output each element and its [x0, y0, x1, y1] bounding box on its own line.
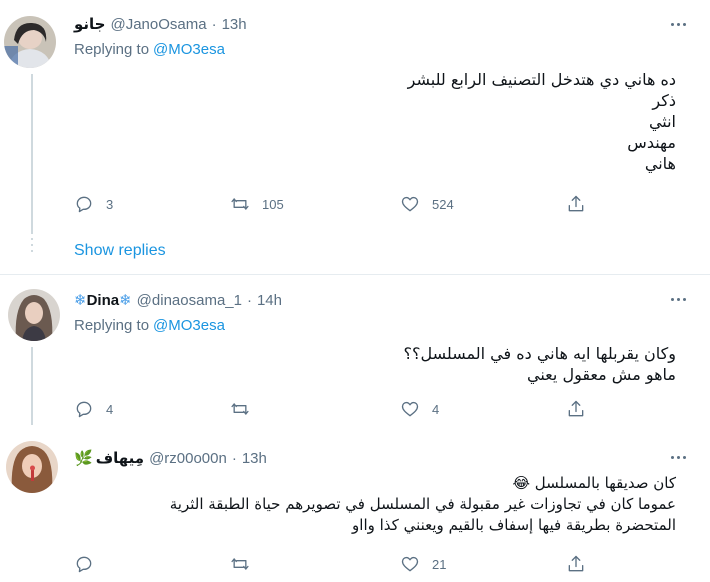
snowflake-icon: ❄ [74, 292, 87, 309]
display-name[interactable]: جانو [74, 15, 105, 33]
tweet-text: ده هاني دي هتدخل التصنيف الرابع للبشر ذك… [407, 70, 676, 173]
retweet-button[interactable]: 105 [230, 193, 284, 215]
reply-button[interactable]: 3 [74, 193, 113, 215]
like-icon [401, 401, 419, 417]
thread-line [31, 347, 33, 425]
timestamp[interactable]: 14h [257, 292, 282, 309]
handle[interactable]: @dinaosama_1 [137, 292, 242, 309]
retweet-button[interactable] [230, 398, 262, 420]
share-button[interactable] [566, 193, 586, 215]
like-icon [401, 196, 419, 212]
timestamp[interactable]: 13h [242, 450, 267, 467]
tweet-actions: 3 105 524 [74, 193, 604, 215]
tweet-text: وكان يقربلها ايه هاني ده في المسلسل؟؟ ما… [403, 344, 676, 384]
thread-gap-dots [31, 238, 33, 256]
like-button[interactable]: 21 [400, 553, 446, 575]
tweet-actions: 21 [74, 553, 604, 575]
tweet-1[interactable]: جانو @JanoOsama · 13h Replying to @MO3esa… [0, 0, 710, 267]
like-count: 524 [432, 196, 454, 212]
share-icon [568, 555, 584, 572]
separator-dot: · [211, 15, 217, 33]
retweet-count: 105 [262, 196, 284, 212]
replying-to: Replying to @MO3esa [74, 41, 225, 58]
more-icon[interactable] [668, 14, 688, 34]
like-icon [401, 556, 419, 572]
reply-count: 3 [106, 196, 114, 212]
more-icon[interactable] [668, 447, 688, 467]
separator-dot: · [246, 291, 252, 309]
show-replies-link[interactable]: Show replies [74, 242, 166, 260]
leaf-icon: 🌿 [74, 450, 93, 467]
retweet-icon [231, 558, 249, 570]
avatar[interactable] [6, 441, 58, 493]
tweet-text: كان صديقها بالمسلسل 😂 عموما كان في تجاوز… [169, 474, 676, 534]
like-button[interactable]: 524 [400, 193, 454, 215]
replying-to-mention[interactable]: @MO3esa [153, 41, 225, 58]
timestamp[interactable]: 13h [222, 16, 247, 33]
reply-icon [76, 556, 92, 573]
like-count: 21 [432, 556, 447, 572]
retweet-button[interactable] [230, 553, 262, 575]
display-name[interactable]: مِيهاف [96, 449, 144, 467]
retweet-icon [231, 403, 249, 415]
avatar[interactable] [8, 289, 60, 341]
display-name[interactable]: Dina [87, 292, 120, 309]
separator-dot: · [231, 449, 237, 467]
tweet-header: 🌿 مِيهاف @rz00o00n · 13h [74, 447, 267, 469]
more-icon[interactable] [668, 289, 688, 309]
retweet-icon [231, 198, 249, 210]
avatar[interactable] [4, 16, 56, 68]
tweet-2[interactable]: ❄ Dina ❄ @dinaosama_1 · 14h Replying to @… [0, 275, 710, 425]
like-button[interactable]: 4 [400, 398, 439, 420]
handle[interactable]: @JanoOsama [110, 16, 206, 33]
reply-icon [76, 196, 92, 213]
tweet-actions: 4 4 [74, 398, 604, 420]
reply-icon [76, 401, 92, 418]
share-icon [568, 400, 584, 417]
replying-to: Replying to @MO3esa [74, 317, 225, 334]
thread-line [31, 74, 33, 234]
share-button[interactable] [566, 398, 586, 420]
reply-count: 4 [106, 401, 114, 417]
like-count: 4 [432, 401, 440, 417]
replying-to-label: Replying to [74, 317, 150, 334]
tweet-header: جانو @JanoOsama · 13h [74, 13, 247, 35]
snowflake-icon: ❄ [119, 292, 132, 309]
share-icon [568, 195, 584, 212]
reply-button[interactable] [74, 553, 106, 575]
share-button[interactable] [566, 553, 586, 575]
replying-to-mention[interactable]: @MO3esa [153, 317, 225, 334]
tweet-3[interactable]: 🌿 مِيهاف @rz00o00n · 13h كان صديقها بالم… [0, 425, 710, 582]
reply-button[interactable]: 4 [74, 398, 113, 420]
replying-to-label: Replying to [74, 41, 150, 58]
handle[interactable]: @rz00o00n [149, 450, 227, 467]
tweet-header: ❄ Dina ❄ @dinaosama_1 · 14h [74, 289, 282, 311]
